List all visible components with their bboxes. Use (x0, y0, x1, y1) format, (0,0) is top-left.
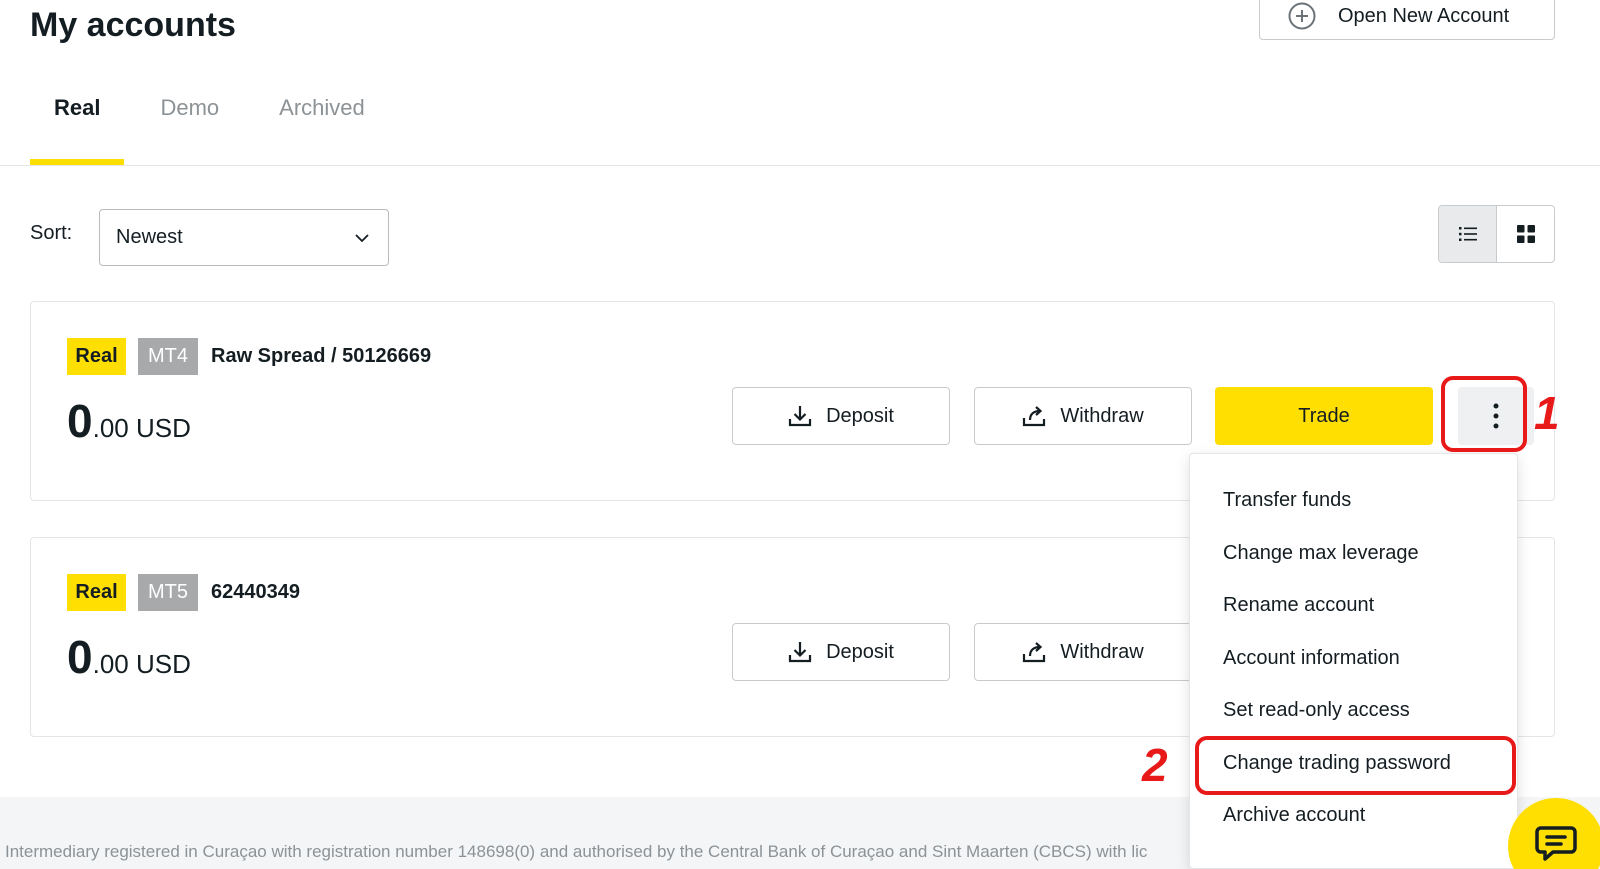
withdraw-label: Withdraw (1060, 404, 1144, 427)
tab-real[interactable]: Real (30, 90, 125, 166)
balance-integer: 0 (67, 395, 93, 447)
account-options-menu: Transfer funds Change max leverage Renam… (1189, 453, 1518, 869)
account-balance: 0.00 USD (67, 394, 191, 448)
open-new-account-button[interactable]: Open New Account (1259, 0, 1555, 40)
deposit-button[interactable]: Deposit (732, 387, 950, 445)
tab-demo[interactable]: Demo (136, 90, 243, 166)
deposit-label: Deposit (826, 404, 894, 427)
account-balance: 0.00 USD (67, 630, 191, 684)
menu-item-set-read-only-access[interactable]: Set read-only access (1190, 684, 1517, 737)
annotation-step-2: 2 (1142, 739, 1168, 791)
platform-badge: MT5 (138, 574, 198, 611)
sort-value: Newest (116, 226, 183, 248)
withdraw-button[interactable]: Withdraw (974, 623, 1192, 681)
plus-circle-icon (1288, 2, 1316, 30)
grid-view-button[interactable] (1497, 206, 1554, 262)
chevron-down-icon (355, 233, 369, 242)
page-title: My accounts (30, 6, 236, 44)
menu-item-archive-account[interactable]: Archive account (1190, 789, 1517, 842)
annotation-highlight-more-button (1441, 376, 1527, 452)
balance-fraction-currency: .00 USD (92, 413, 191, 443)
account-tabs: Real Demo Archived (30, 90, 401, 166)
share-upload-icon (1023, 642, 1046, 663)
chat-icon (1535, 826, 1577, 861)
deposit-label: Deposit (826, 640, 894, 663)
download-icon (788, 406, 812, 427)
annotation-highlight-change-password (1195, 736, 1516, 795)
balance-fraction-currency: .00 USD (92, 649, 191, 679)
sort-select[interactable]: Newest (99, 209, 389, 266)
footer-legal-text: Intermediary registered in Curaçao with … (5, 842, 1148, 861)
sort-label: Sort: (30, 222, 73, 244)
platform-badge: MT4 (138, 338, 198, 375)
balance-integer: 0 (67, 631, 93, 683)
trade-button[interactable]: Trade (1215, 387, 1433, 445)
share-upload-icon (1023, 406, 1046, 427)
account-type-badge: Real (67, 574, 126, 611)
account-name: 62440349 (211, 581, 300, 603)
annotation-step-1: 1 (1534, 387, 1560, 439)
list-icon (1458, 227, 1477, 241)
account-type-badge: Real (67, 338, 126, 375)
view-toggle (1438, 205, 1555, 263)
grid-icon (1516, 225, 1535, 243)
menu-item-rename-account[interactable]: Rename account (1190, 579, 1517, 632)
open-new-account-label: Open New Account (1338, 4, 1510, 27)
trade-label: Trade (1298, 404, 1350, 427)
menu-item-change-max-leverage[interactable]: Change max leverage (1190, 527, 1517, 580)
tabs-divider (0, 165, 1600, 166)
tab-archived[interactable]: Archived (255, 90, 389, 166)
download-icon (788, 642, 812, 663)
menu-item-transfer-funds[interactable]: Transfer funds (1190, 474, 1517, 527)
withdraw-label: Withdraw (1060, 640, 1144, 663)
account-name: Raw Spread / 50126669 (211, 345, 432, 367)
withdraw-button[interactable]: Withdraw (974, 387, 1192, 445)
list-view-button[interactable] (1439, 206, 1497, 262)
menu-item-account-information[interactable]: Account information (1190, 632, 1517, 685)
deposit-button[interactable]: Deposit (732, 623, 950, 681)
